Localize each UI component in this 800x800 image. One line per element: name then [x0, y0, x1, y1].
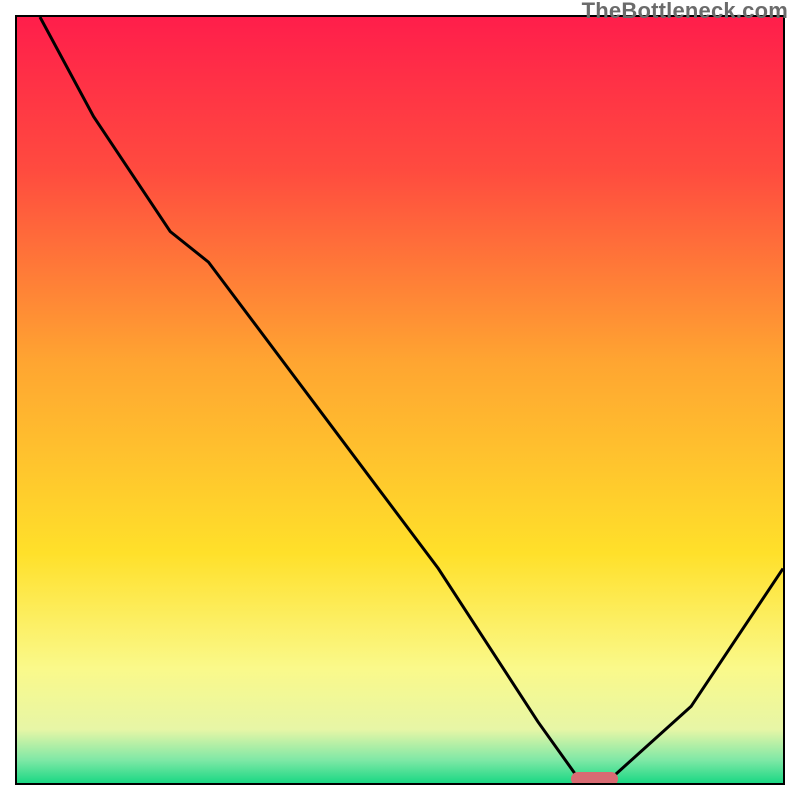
optimal-marker: [571, 772, 617, 785]
watermark-text: TheBottleneck.com: [582, 0, 788, 24]
bottleneck-curve: [17, 17, 783, 783]
chart-frame: [15, 15, 785, 785]
